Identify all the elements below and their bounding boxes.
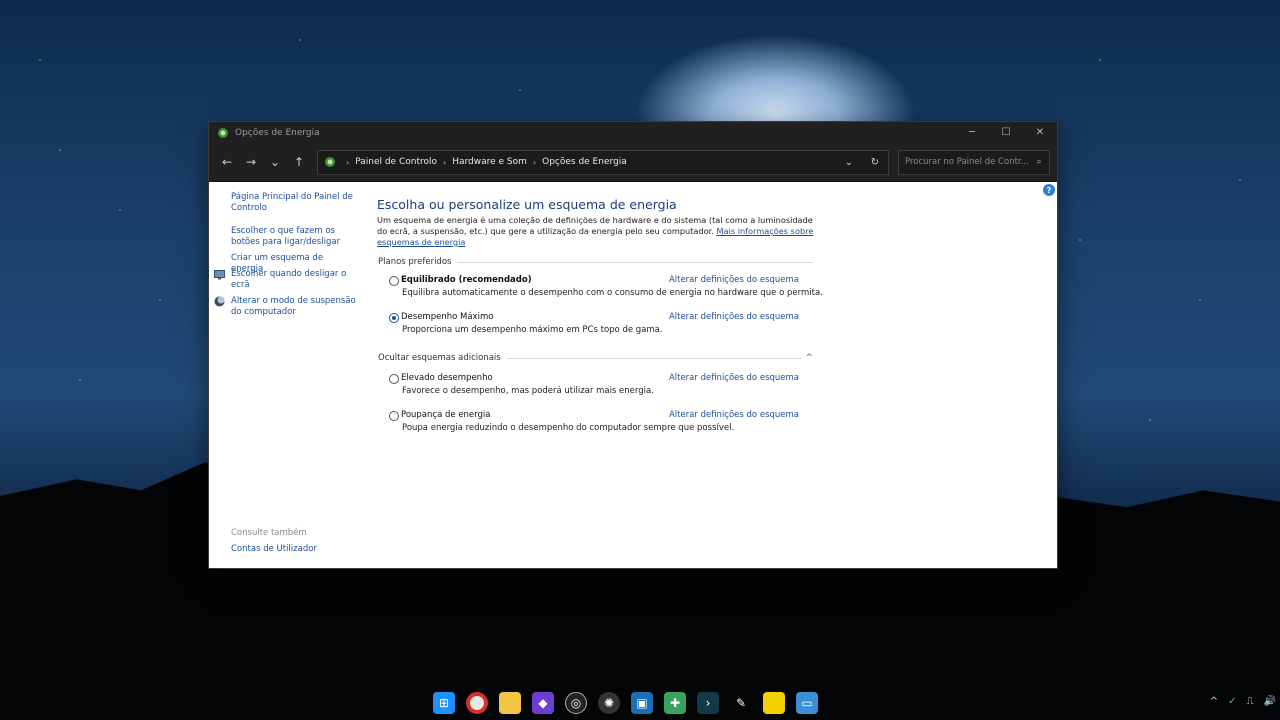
sidebar-link-sleep-mode[interactable]: Alterar o modo de suspensão do computado… [214,296,356,317]
search-box: ⌕ [898,149,1050,175]
monitor-icon [214,270,225,280]
sidebar-link-display-off[interactable]: Escolher quando desligar o ecrã [214,269,356,290]
plan-radio[interactable] [389,411,399,421]
change-plan-settings-link[interactable]: Alterar definições do esquema [669,275,799,285]
divider [506,357,802,359]
page-title: Escolha ou personalize um esquema de ene… [377,197,677,212]
control-panel-icon [325,157,335,167]
chevron-right-icon: › [443,157,447,167]
divider [457,261,813,263]
hide-additional-plans-label[interactable]: Ocultar esquemas adicionais [378,353,501,363]
chrome-icon[interactable] [466,692,488,714]
sidebar-link-label: Escolher quando desligar o ecrã [231,269,347,290]
chevron-up-icon[interactable]: ^ [805,353,813,363]
search-icon[interactable]: ⌕ [1029,157,1049,167]
maximize-button[interactable]: ☐ [989,122,1023,143]
plan-radio[interactable] [389,374,399,384]
change-plan-settings-link[interactable]: Alterar definições do esquema [669,373,799,383]
user-accounts-link[interactable]: Contas de Utilizador [231,544,317,554]
shield-icon[interactable]: ✓ [1228,696,1236,707]
preferred-plans-label: Planos preferidos [378,257,452,267]
address-bar[interactable]: › Painel de Controlo › Hardware e Som › … [317,149,889,175]
start-icon[interactable]: ⊞ [433,692,455,714]
help-button[interactable]: ? [1043,184,1055,196]
preferred-plans-group: Planos preferidos [378,257,813,267]
breadcrumb-hardware-sound[interactable]: Hardware e Som [452,157,527,167]
network-icon[interactable]: ⎍ [1247,696,1254,707]
sidebar-link-control-panel-home[interactable]: Página Principal do Painel de Controlo [231,192,356,213]
back-button[interactable]: ← [215,150,239,174]
sidebar-link-label: Alterar o modo de suspensão do computado… [231,296,356,317]
app2-icon[interactable]: ✚ [664,692,686,714]
plan-radio[interactable] [389,276,399,286]
control-panel-icon [218,127,228,138]
app-icon[interactable]: ◆ [532,692,554,714]
plan-radio-selected[interactable] [389,313,399,323]
breadcrumb-control-panel[interactable]: Painel de Controlo [355,157,437,167]
sidebar: Página Principal do Painel de Controlo E… [209,182,369,568]
sidebar-link-power-buttons[interactable]: Escolher o que fazem os botões para liga… [231,226,356,247]
change-plan-settings-link[interactable]: Alterar definições do esquema [669,312,799,322]
plan-name[interactable]: Equilibrado (recomendado) [401,275,532,285]
moon-icon [214,296,225,307]
up-button[interactable]: ↑ [287,150,311,174]
change-plan-settings-link[interactable]: Alterar definições do esquema [669,410,799,420]
see-also-heading: Consulte também [231,528,307,538]
forward-button[interactable]: → [239,150,263,174]
refresh-button[interactable]: ↻ [862,151,888,174]
file-explorer-icon[interactable] [499,692,521,714]
breadcrumb-power-options[interactable]: Opções de Energia [542,157,627,167]
address-dropdown-button[interactable]: ⌄ [836,151,862,174]
system-tray: ^ ✓ ⎍ 🔊 [1210,696,1276,707]
taskbar-icons: ⊞ ◆ ◎ ✺ ▣ ✚ › ✎ ▭ [433,692,818,714]
chevron-right-icon: › [532,157,537,167]
chevron-up-icon[interactable]: ^ [1210,696,1218,707]
content-area: ? Página Principal do Painel de Controlo… [209,182,1057,568]
hidden-plans-group: Ocultar esquemas adicionais ^ [378,353,813,363]
plan-description: Poupa energia reduzindo o desempenho do … [402,423,735,433]
plan-description: Favorece o desempenho, mas poderá utiliz… [402,386,654,396]
remote-desktop-icon[interactable]: ▭ [796,692,818,714]
plan-description: Equilibra automaticamente o desempenho c… [402,288,823,298]
plan-name[interactable]: Elevado desempenho [401,373,493,383]
navigation-bar: ← → ⌄ ↑ › Painel de Controlo › Hardware … [209,143,1057,182]
plan-description: Proporciona um desempenho máximo em PCs … [402,325,663,335]
search-input[interactable] [905,157,1029,167]
virtualbox-icon[interactable]: ▣ [631,692,653,714]
power-options-window: Opções de Energia ─ ☐ ✕ ← → ⌄ ↑ › Painel… [208,121,1058,569]
volume-icon[interactable]: 🔊 [1264,696,1276,707]
plan-name[interactable]: Poupança de energia [401,410,490,420]
chevron-right-icon: › [346,157,350,167]
window-title: Opções de Energia [235,127,320,138]
recent-locations-button[interactable]: ⌄ [263,150,287,174]
obs-icon[interactable]: ◎ [565,692,587,714]
plan-name[interactable]: Desempenho Máximo [401,312,493,322]
close-button[interactable]: ✕ [1023,122,1057,143]
title-bar: Opções de Energia ─ ☐ ✕ [209,122,1057,143]
pen-icon[interactable]: ✎ [730,692,752,714]
page-description: Um esquema de energia é uma coleção de d… [377,215,814,248]
minimize-button[interactable]: ─ [955,122,989,143]
terminal-icon[interactable]: › [697,692,719,714]
sticky-notes-icon[interactable] [763,692,785,714]
davinci-icon[interactable]: ✺ [598,692,620,714]
